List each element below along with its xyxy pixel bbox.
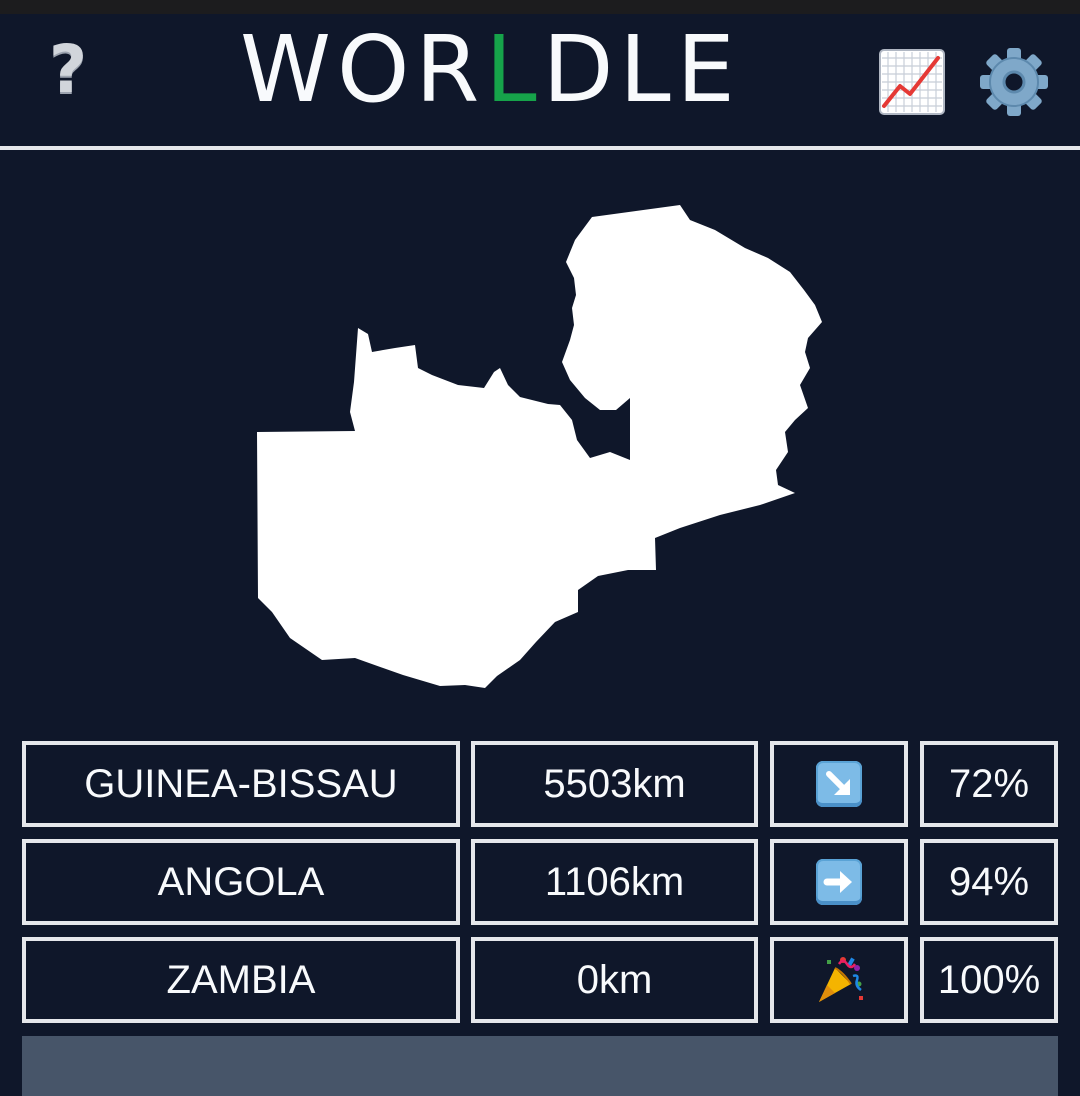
app-title: WORLDLE <box>240 20 740 120</box>
question-mark-icon: ? <box>48 31 88 108</box>
guess-proximity: 94% <box>920 839 1058 925</box>
guess-proximity: 100% <box>920 937 1058 1023</box>
statistics-button[interactable] <box>878 48 946 116</box>
arrow-right-icon <box>816 859 862 905</box>
guess-proximity: 72% <box>920 741 1058 827</box>
party-popper-icon <box>819 957 863 1002</box>
country-silhouette-icon <box>257 205 822 688</box>
settings-button[interactable] <box>978 46 1050 118</box>
guess-distance: 0km <box>471 937 758 1023</box>
title-part-2: DLE <box>542 16 741 123</box>
title-accent-letter: L <box>485 16 543 123</box>
guess-direction <box>770 937 908 1023</box>
gear-icon <box>980 48 1048 116</box>
header-divider <box>0 146 1080 150</box>
guess-row: ZAMBIA 0km 100% <box>22 937 1058 1023</box>
title-part-1: WOR <box>240 16 486 123</box>
guess-country: ANGOLA <box>22 839 460 925</box>
guess-distance: 5503km <box>471 741 758 827</box>
arrow-down-right-icon <box>816 761 862 807</box>
guess-direction <box>770 741 908 827</box>
chart-increasing-icon <box>879 49 945 115</box>
guess-row: GUINEA-BISSAU 5503km 72% <box>22 741 1058 827</box>
guess-input-bar[interactable] <box>22 1036 1058 1096</box>
guess-distance: 1106km <box>471 839 758 925</box>
guess-row: ANGOLA 1106km 94% <box>22 839 1058 925</box>
guess-country: ZAMBIA <box>22 937 460 1023</box>
guess-list: GUINEA-BISSAU 5503km 72% ANGOLA 1106km 9… <box>22 741 1058 1035</box>
help-button[interactable]: ? <box>38 30 98 110</box>
status-strip <box>0 0 1080 14</box>
guess-country: GUINEA-BISSAU <box>22 741 460 827</box>
mystery-country-map <box>240 190 840 700</box>
guess-direction <box>770 839 908 925</box>
